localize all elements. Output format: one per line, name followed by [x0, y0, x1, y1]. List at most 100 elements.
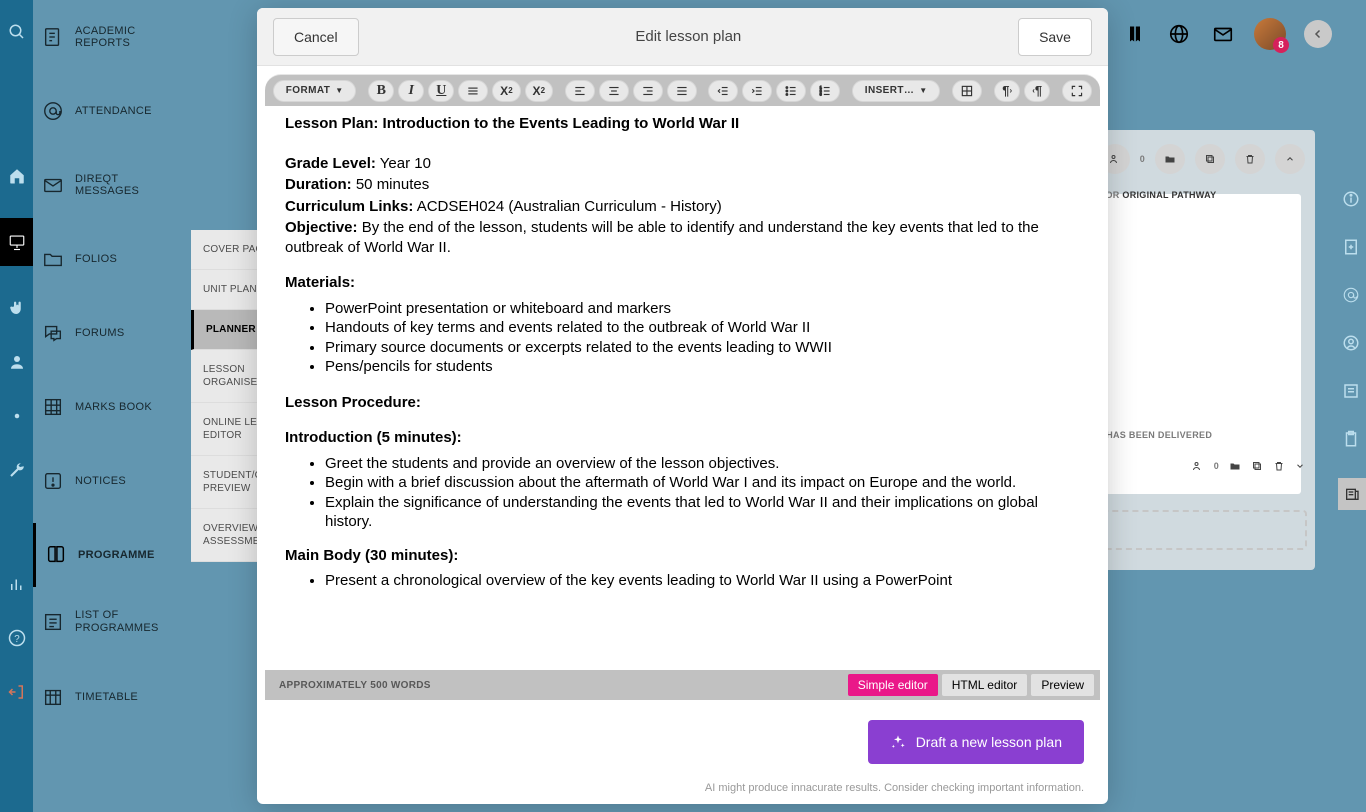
outdent-button[interactable]	[708, 80, 738, 102]
nav-label: PROGRAMME	[78, 549, 155, 561]
draft-lesson-plan-button[interactable]: Draft a new lesson plan	[868, 720, 1084, 764]
chevron-down-icon[interactable]	[1295, 461, 1305, 471]
mainbody-item: Present a chronological overview of the …	[325, 571, 1080, 591]
form-icon[interactable]	[1342, 382, 1362, 402]
indent-button[interactable]	[742, 80, 772, 102]
nav-academic-reports[interactable]: ACADEMIC REPORTS	[33, 15, 191, 59]
align-right-button[interactable]	[633, 80, 663, 102]
tab-simple-editor[interactable]: Simple editor	[848, 674, 938, 696]
strikethrough-button[interactable]	[458, 80, 488, 102]
at-icon	[41, 99, 65, 123]
tab-preview[interactable]: Preview	[1031, 674, 1094, 696]
chart-icon[interactable]	[5, 572, 29, 596]
intro-list: Greet the students and provide an overvi…	[285, 454, 1080, 532]
insert-dropdown[interactable]: INSERT…▼	[852, 80, 940, 102]
duration-value: 50 minutes	[352, 176, 430, 193]
home-icon[interactable]	[5, 164, 29, 188]
superscript-button[interactable]: X2	[525, 80, 553, 102]
save-button[interactable]: Save	[1018, 18, 1092, 56]
objective-label: Objective:	[285, 219, 358, 236]
user-avatar[interactable]: 8	[1254, 18, 1286, 50]
copy-icon[interactable]	[1195, 144, 1225, 174]
lesson-plan-editor[interactable]: Lesson Plan: Introduction to the Events …	[265, 106, 1100, 670]
number-list-button[interactable]: 123	[810, 80, 840, 102]
folder-icon-2[interactable]	[1229, 460, 1241, 472]
top-bar-icons: 8	[1122, 18, 1332, 50]
nav-notices[interactable]: NOTICES	[33, 459, 191, 503]
help-icon[interactable]: ?	[5, 626, 29, 650]
align-left-button[interactable]	[565, 80, 595, 102]
nav-programme[interactable]: PROGRAMME	[33, 523, 191, 587]
panel-content	[1074, 194, 1301, 494]
mainbody-heading: Main Body (30 minutes):	[285, 546, 1080, 566]
subscript-button[interactable]: X2	[492, 80, 520, 102]
search-icon[interactable]	[5, 20, 29, 44]
add-file-icon[interactable]	[1342, 238, 1362, 258]
italic-button[interactable]: I	[398, 80, 424, 102]
underline-button[interactable]: U	[428, 80, 454, 102]
chevron-up-icon[interactable]	[1275, 144, 1305, 174]
nav-attendance[interactable]: ATTENDANCE	[33, 89, 191, 133]
bookmark-icon[interactable]	[1122, 21, 1148, 47]
curriculum-label: Curriculum Links:	[285, 198, 413, 215]
list-icon	[41, 610, 65, 634]
nav-label: TIMETABLE	[75, 691, 138, 703]
cancel-button[interactable]: Cancel	[273, 18, 359, 56]
trash-icon-2[interactable]	[1273, 460, 1285, 472]
panel-heading: ORIGINAL PATHWAY	[1122, 190, 1216, 200]
panel-count-2: 0	[1214, 461, 1219, 471]
globe-icon[interactable]	[1166, 21, 1192, 47]
news-icon[interactable]	[1338, 478, 1366, 510]
edit-lesson-modal: Cancel Edit lesson plan Save FORMAT▼ B I…	[257, 8, 1108, 804]
hand-icon[interactable]	[5, 296, 29, 320]
format-dropdown[interactable]: FORMAT▼	[273, 80, 356, 102]
nav-folios[interactable]: FOLIOS	[33, 237, 191, 281]
curriculum-value: ACDSEH024 (Australian Curriculum - Histo…	[413, 198, 721, 215]
copy-icon-2[interactable]	[1251, 460, 1263, 472]
presentation-icon[interactable]	[0, 218, 33, 266]
intro-item: Begin with a brief discussion about the …	[325, 473, 1080, 493]
nav-direqt-messages[interactable]: DIREQT MESSAGES	[33, 163, 191, 207]
align-center-button[interactable]	[599, 80, 629, 102]
sparkle-icon[interactable]	[5, 404, 29, 428]
logout-icon[interactable]	[5, 680, 29, 704]
tab-html-editor[interactable]: HTML editor	[942, 674, 1028, 696]
support-icon[interactable]	[1342, 334, 1362, 354]
table-button[interactable]	[952, 80, 982, 102]
lesson-title: Lesson Plan: Introduction to the Events …	[285, 115, 739, 132]
intro-item: Explain the significance of understandin…	[325, 493, 1080, 532]
bold-button[interactable]: B	[368, 80, 394, 102]
panel-count-1: 0	[1140, 154, 1145, 164]
wrench-icon[interactable]	[5, 458, 29, 482]
folder-icon[interactable]	[1155, 144, 1185, 174]
ltr-button[interactable]: ¶›	[994, 80, 1020, 102]
info-icon[interactable]	[1342, 190, 1362, 210]
objective-value: By the end of the lesson, students will …	[285, 219, 1039, 256]
fullscreen-button[interactable]	[1062, 80, 1092, 102]
mail-icon[interactable]	[1210, 21, 1236, 47]
word-count: APPROXIMATELY 500 WORDS	[271, 680, 431, 691]
modal-header: Cancel Edit lesson plan Save	[257, 8, 1108, 66]
person-icon[interactable]	[5, 350, 29, 374]
editor-footer: APPROXIMATELY 500 WORDS Simple editor HT…	[265, 670, 1100, 700]
format-label: FORMAT	[286, 85, 330, 96]
collapse-icon[interactable]	[1304, 20, 1332, 48]
nav-label: DIREQT MESSAGES	[75, 173, 183, 197]
procedure-heading: Lesson Procedure:	[285, 393, 1080, 413]
align-justify-button[interactable]	[667, 80, 697, 102]
trash-icon[interactable]	[1235, 144, 1265, 174]
nav-label: MARKS BOOK	[75, 401, 152, 413]
nav-marks-book[interactable]: MARKS BOOK	[33, 385, 191, 429]
clipboard-icon[interactable]	[1342, 430, 1362, 450]
rtl-button[interactable]: ‹¶	[1024, 80, 1050, 102]
mention-icon[interactable]	[1342, 286, 1362, 306]
ai-disclaimer: AI might produce innacurate results. Con…	[705, 782, 1084, 794]
modal-bottom: Draft a new lesson plan AI might produce…	[257, 700, 1108, 804]
intro-item: Greet the students and provide an overvi…	[325, 454, 1080, 474]
nav-list-programmes[interactable]: LIST OF PROGRAMMES	[33, 599, 191, 645]
bullet-list-button[interactable]	[776, 80, 806, 102]
nav-forums[interactable]: FORUMS	[33, 311, 191, 355]
nav-label: FOLIOS	[75, 253, 117, 265]
panel-count-icon-2[interactable]	[1192, 460, 1204, 472]
nav-timetable[interactable]: TIMETABLE	[33, 675, 191, 719]
